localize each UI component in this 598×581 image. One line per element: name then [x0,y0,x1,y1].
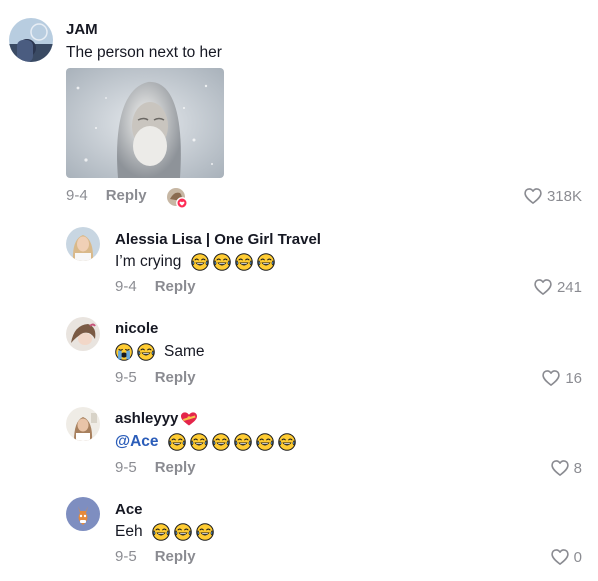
avatar[interactable] [66,497,100,531]
face-with-tears-of-joy-icon [235,253,253,271]
like-count: 318K [546,187,582,205]
like-count: 16 [565,369,582,387]
loudly-crying-face-icon [115,343,133,361]
heart-outline-icon [550,458,570,478]
reply-date: 9-5 [115,369,137,386]
like-count: 8 [573,459,582,477]
like-button[interactable]: 318K [523,186,582,206]
like-count: 0 [573,548,582,566]
heart-with-ribbon-icon [181,411,198,425]
reply-meta: 9-5 Reply [115,459,196,476]
comment-meta: 9-4 Reply [66,187,147,204]
face-with-tears-of-joy-icon [234,433,252,451]
like-button[interactable]: 0 [550,547,582,567]
reply-button[interactable]: Reply [106,187,147,204]
reply-item: nicole Same 9-5 Reply 16 [0,305,598,395]
creator-liked-badge [166,187,188,209]
comment-date: 9-4 [66,187,88,204]
reply-text-body: Same [164,343,205,360]
face-with-tears-of-joy-icon [168,433,186,451]
face-with-tears-of-joy-icon [137,343,155,361]
comment-image[interactable] [66,68,224,178]
reply-button[interactable]: Reply [155,369,196,386]
face-with-tears-of-joy-icon [196,523,214,541]
reply-text-body: Eeh [115,523,143,540]
reply-text: Eeh [115,523,214,541]
face-with-tears-of-joy-icon [212,433,230,451]
face-with-tears-of-joy-icon [191,253,209,271]
reply-username[interactable]: Ace [115,501,143,518]
reply-item: ashleyyy @Ace 9-5 Reply 8 [0,395,598,485]
like-count: 241 [556,278,582,296]
reply-date: 9-4 [115,278,137,295]
avatar[interactable] [66,227,100,261]
comment-text: The person next to her [66,44,222,62]
heart-outline-icon [523,186,543,206]
reply-username[interactable]: ashleyyy [115,410,198,427]
reply-button[interactable]: Reply [155,278,196,295]
reply-text: Same [115,343,205,361]
face-with-tears-of-joy-icon [190,433,208,451]
avatar[interactable] [66,317,100,351]
comment-username[interactable]: JAM [66,21,98,38]
reply-meta: 9-5 Reply [115,369,196,386]
reply-item: Ace Eeh 9-5 Reply 0 [0,485,598,581]
heart-outline-icon [541,368,561,388]
avatar[interactable] [9,18,53,62]
reply-meta: 9-4 Reply [115,278,196,295]
reply-text-body: I’m crying [115,253,182,270]
reply-meta: 9-5 Reply [115,548,196,565]
face-with-tears-of-joy-icon [213,253,231,271]
reply-date: 9-5 [115,459,137,476]
heart-outline-icon [533,277,553,297]
mention-link[interactable]: @Ace [115,433,159,451]
like-button[interactable]: 241 [533,277,582,297]
face-with-tears-of-joy-icon [278,433,296,451]
reply-username-text: ashleyyy [115,410,179,427]
face-with-tears-of-joy-icon [257,253,275,271]
reply-text: I’m crying [115,253,275,271]
like-button[interactable]: 8 [550,458,582,478]
comment-item: JAM The person next to her 9-4 Reply 318… [0,0,598,215]
reply-button[interactable]: Reply [155,459,196,476]
heart-outline-icon [550,547,570,567]
face-with-tears-of-joy-icon [256,433,274,451]
reply-text: @Ace [115,433,296,451]
reply-username[interactable]: Alessia Lisa | One Girl Travel [115,231,321,248]
reply-date: 9-5 [115,548,137,565]
face-with-tears-of-joy-icon [174,523,192,541]
like-button[interactable]: 16 [541,368,582,388]
reply-username[interactable]: nicole [115,320,158,337]
face-with-tears-of-joy-icon [152,523,170,541]
reply-item: Alessia Lisa | One Girl Travel I’m cryin… [0,215,598,305]
reply-button[interactable]: Reply [155,548,196,565]
avatar[interactable] [66,407,100,441]
comment-text-body: The person next to her [66,44,222,61]
